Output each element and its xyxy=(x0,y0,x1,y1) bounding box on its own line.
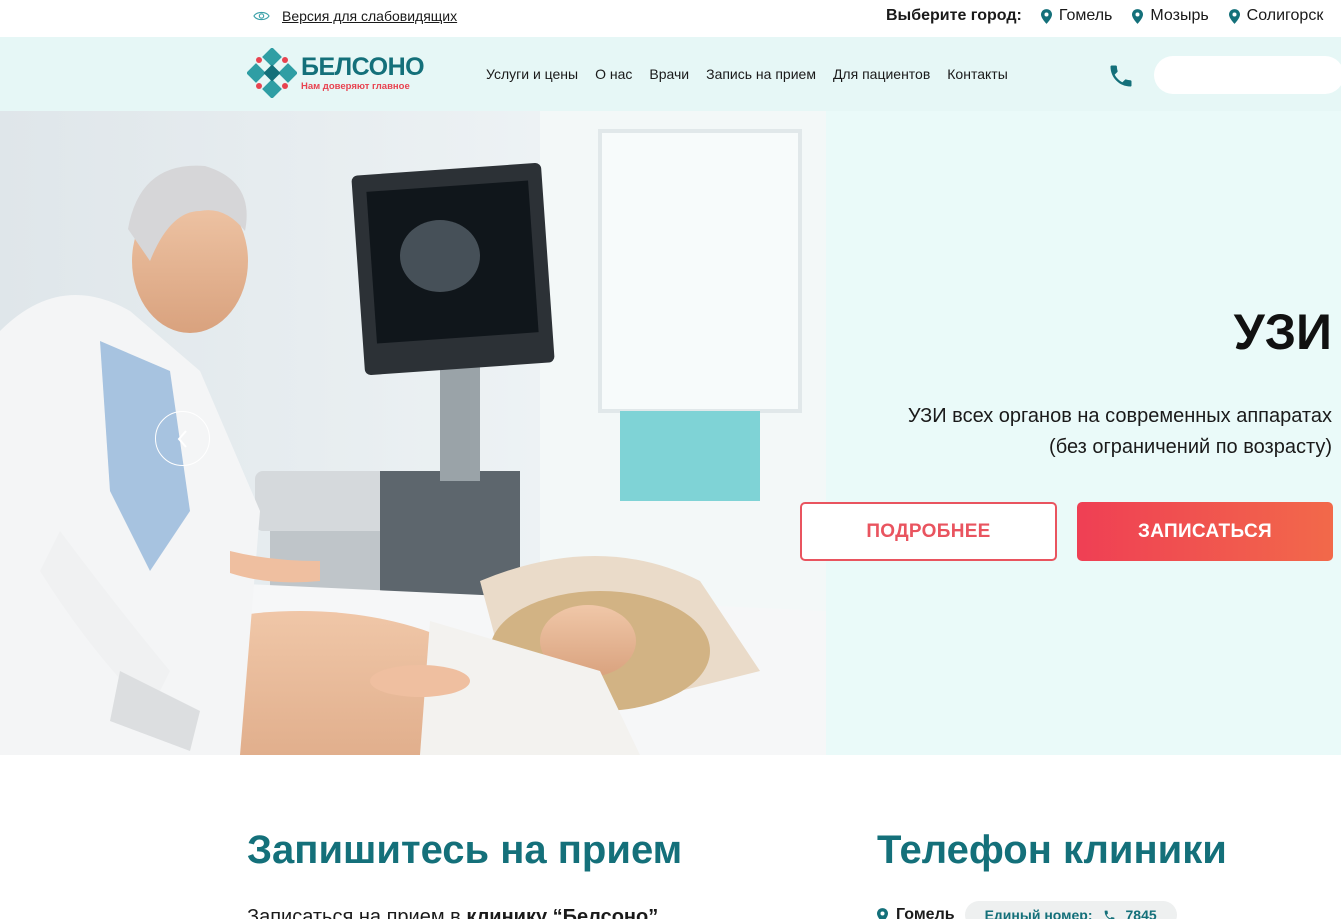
map-pin-icon xyxy=(1040,8,1052,24)
clinic-phone-heading: Телефон клиники xyxy=(877,828,1227,872)
map-pin-icon xyxy=(1132,8,1144,24)
search-input[interactable] xyxy=(1154,56,1341,94)
appointment-text-start: Записаться на прием в xyxy=(247,906,467,919)
city-soligorsk[interactable]: Солигорск xyxy=(1228,7,1324,25)
logo-mark-icon xyxy=(247,48,297,98)
hero-title: УЗИ xyxy=(1233,304,1332,360)
single-number: 7845 xyxy=(1125,907,1157,919)
slider-prev-button[interactable] xyxy=(155,411,210,466)
appointment-heading: Запишитесь на прием xyxy=(247,828,683,872)
nav-item-about[interactable]: О нас xyxy=(595,66,632,82)
nav-item-contacts[interactable]: Контакты xyxy=(947,66,1007,82)
low-vision-label[interactable]: Версия для слабовидящих xyxy=(282,8,457,24)
top-bar: Версия для слабовидящих Выберите город: … xyxy=(0,0,1341,37)
phone-icon xyxy=(1104,910,1114,919)
nav-item-appointment[interactable]: Запись на прием xyxy=(706,66,816,82)
chevron-left-icon xyxy=(177,429,187,448)
clinic-phone-row: Гомель Единый номер: 7845 xyxy=(877,901,1177,919)
phone-city: Гомель xyxy=(877,906,955,919)
nav-item-doctors[interactable]: Врачи xyxy=(649,66,689,82)
hero-ultrasound-photo xyxy=(0,111,826,755)
low-vision-link[interactable]: Версия для слабовидящих xyxy=(253,8,457,24)
book-button[interactable]: ЗАПИСАТЬСЯ xyxy=(1077,502,1333,561)
phone-icon[interactable] xyxy=(1107,62,1135,90)
hero-slider: УЗИ УЗИ всех органов на современных аппа… xyxy=(0,111,1341,755)
more-button[interactable]: ПОДРОБНЕЕ xyxy=(800,502,1057,561)
eye-icon xyxy=(253,11,270,21)
city-select: Выберите город: Гомель Мозырь Солигорск xyxy=(886,7,1341,25)
city-mozyr-label: Мозырь xyxy=(1150,7,1209,24)
main-nav: Услуги и цены О нас Врачи Запись на прие… xyxy=(486,66,1008,82)
single-number-label: Единый номер: xyxy=(984,907,1093,919)
appointment-text-clinic: клинику “Белсоно” xyxy=(466,906,659,919)
site-header: БЕЛСОНО Нам доверяют главное Услуги и це… xyxy=(0,37,1341,111)
map-pin-icon xyxy=(877,907,888,919)
map-pin-icon xyxy=(1228,8,1240,24)
single-number-pill[interactable]: Единый номер: 7845 xyxy=(964,901,1177,919)
appointment-text: Записаться на прием в клинику “Белсоно” xyxy=(247,906,658,919)
city-gomel-label: Гомель xyxy=(1058,7,1113,24)
city-prompt: Выберите город: xyxy=(886,7,1022,24)
phone-city-label: Гомель xyxy=(896,906,955,919)
nav-item-patients[interactable]: Для пациентов xyxy=(833,66,930,82)
nav-item-services[interactable]: Услуги и цены xyxy=(486,66,578,82)
logo[interactable]: БЕЛСОНО Нам доверяют главное xyxy=(247,48,425,98)
hero-subtitle: УЗИ всех органов на современных аппарата… xyxy=(907,405,1332,458)
logo-name: БЕЛСОНО xyxy=(301,52,425,81)
city-soligorsk-label: Солигорск xyxy=(1246,7,1324,24)
city-mozyr[interactable]: Мозырь xyxy=(1132,7,1209,25)
city-gomel[interactable]: Гомель xyxy=(1040,7,1113,25)
logo-tagline: Нам доверяют главное xyxy=(301,80,410,92)
